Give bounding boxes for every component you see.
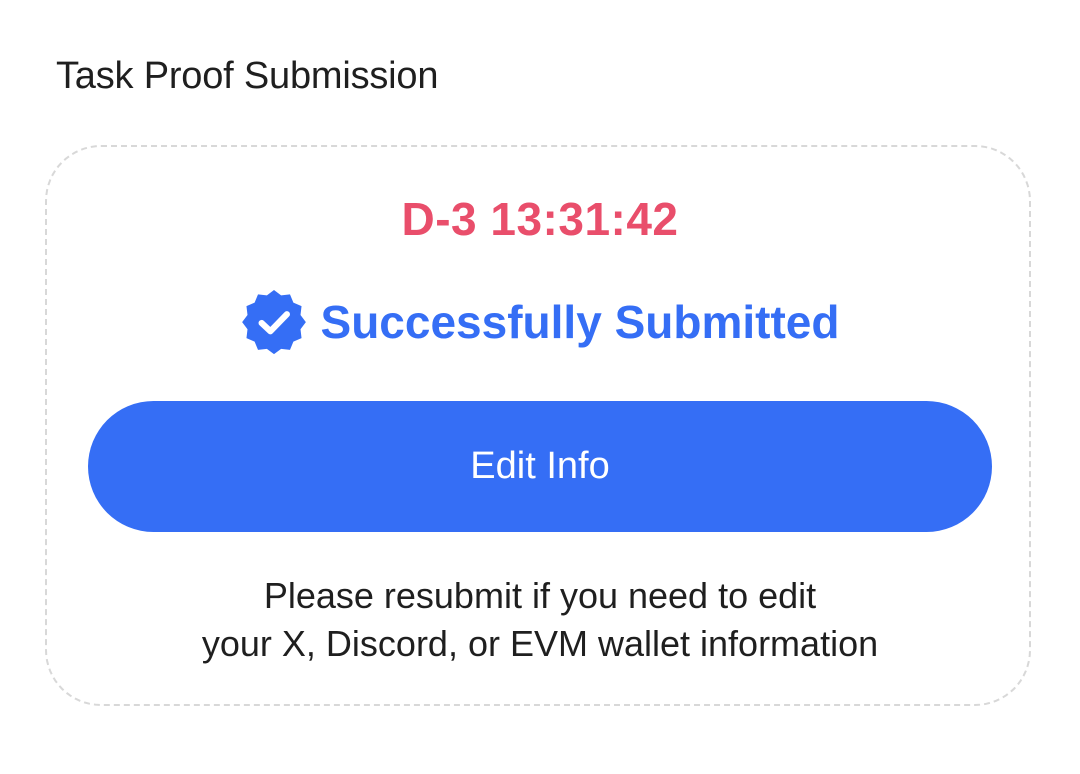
section-title: Task Proof Submission <box>56 55 439 97</box>
task-proof-page: Task Proof Submission D-3 13:31:42 Succe… <box>0 0 1080 774</box>
help-line-2: your X, Discord, or EVM wallet informati… <box>201 623 879 664</box>
resubmit-help-text: Please resubmit if you need to edit your… <box>0 572 1080 668</box>
countdown-timer: D-3 13:31:42 <box>401 193 679 245</box>
status-label: Successfully Submitted <box>320 296 840 348</box>
submission-status: Successfully Submitted <box>0 289 1080 355</box>
verified-badge-icon <box>241 289 307 355</box>
edit-info-button[interactable]: Edit Info <box>88 401 992 532</box>
help-line-1: Please resubmit if you need to edit <box>263 575 817 616</box>
